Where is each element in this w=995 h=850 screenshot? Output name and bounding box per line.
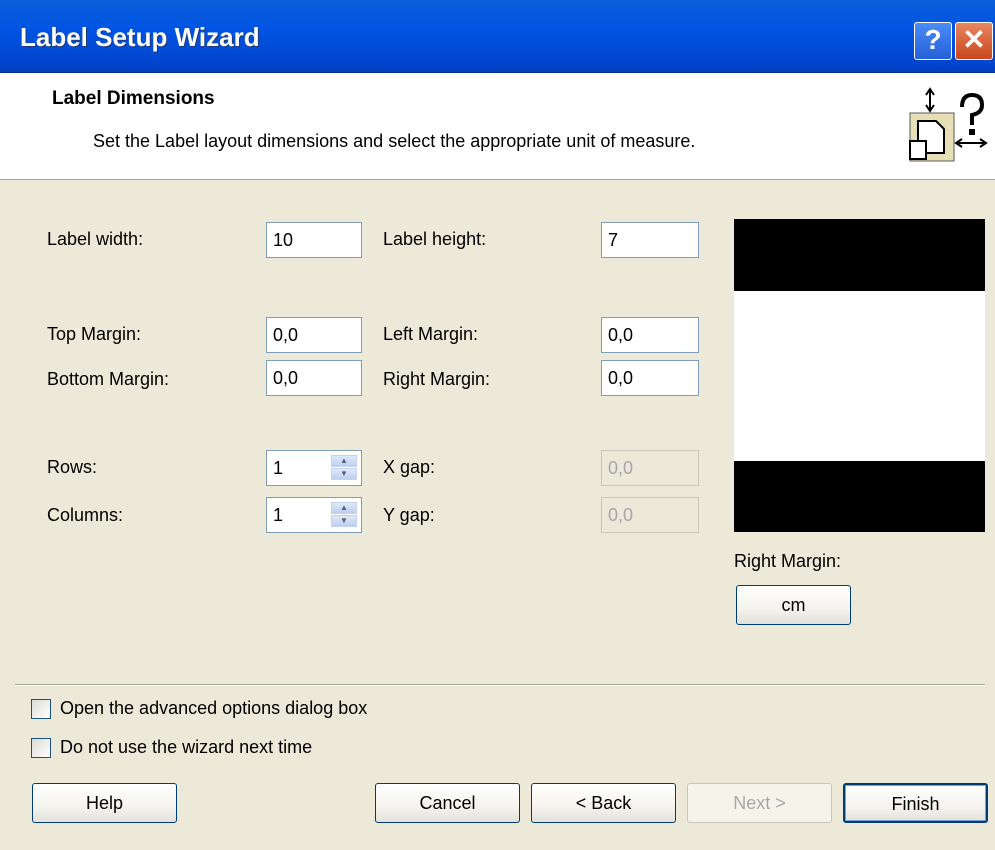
y-gap-field: 0,0 (601, 497, 699, 533)
page-title: Label Dimensions (52, 88, 215, 109)
back-button[interactable]: < Back (531, 783, 676, 823)
rows-down-icon[interactable]: ▼ (331, 468, 357, 480)
columns-down-icon[interactable]: ▼ (331, 515, 357, 527)
close-title-button[interactable]: ✕ (955, 22, 993, 60)
right-margin-label: Right Margin: (383, 369, 491, 389)
advanced-options-checkbox[interactable] (31, 699, 51, 719)
left-margin-field[interactable]: 0,0 (601, 317, 699, 353)
next-button: Next > (687, 783, 832, 823)
unit-button[interactable]: cm (736, 585, 851, 625)
bottom-margin-field[interactable]: 0,0 (266, 360, 362, 396)
right-margin-field[interactable]: 0,0 (601, 360, 699, 396)
page-subtitle: Set the Label layout dimensions and sele… (93, 131, 696, 151)
help-button[interactable]: Help (32, 783, 177, 823)
label-preview-area (734, 291, 985, 461)
label-width-field[interactable]: 10 (266, 222, 362, 258)
help-title-button[interactable]: ? (914, 22, 952, 60)
label-height-label: Label height: (383, 229, 487, 249)
window-title: Label Setup Wizard (20, 22, 260, 52)
preview-caption: Right Margin: (734, 551, 842, 571)
rows-spin-buttons[interactable]: ▲ ▼ (331, 455, 357, 481)
columns-spin-buttons[interactable]: ▲ ▼ (331, 502, 357, 528)
top-margin-label: Top Margin: (47, 324, 142, 344)
columns-label: Columns: (47, 505, 124, 525)
title-bar: Label Setup Wizard ? ✕ (0, 0, 995, 73)
label-width-label: Label width: (47, 229, 144, 249)
finish-button[interactable]: Finish (843, 783, 988, 823)
rows-label: Rows: (47, 457, 98, 477)
x-gap-label: X gap: (383, 457, 436, 477)
no-wizard-label[interactable]: Do not use the wizard next time (60, 737, 312, 758)
advanced-options-label[interactable]: Open the advanced options dialog box (60, 698, 367, 719)
no-wizard-checkbox[interactable] (31, 738, 51, 758)
y-gap-label: Y gap: (383, 505, 435, 525)
label-preview (734, 219, 985, 532)
rows-stepper[interactable]: 1 ▲ ▼ (266, 450, 362, 486)
label-height-field[interactable]: 7 (601, 222, 699, 258)
rows-up-icon[interactable]: ▲ (331, 455, 357, 467)
top-margin-field[interactable]: 0,0 (266, 317, 362, 353)
left-margin-label: Left Margin: (383, 324, 479, 344)
separator (15, 684, 985, 686)
bottom-margin-label: Bottom Margin: (47, 369, 170, 389)
columns-stepper[interactable]: 1 ▲ ▼ (266, 497, 362, 533)
cancel-button[interactable]: Cancel (375, 783, 520, 823)
label-dimensions-icon (909, 87, 988, 162)
columns-up-icon[interactable]: ▲ (331, 502, 357, 514)
x-gap-field: 0,0 (601, 450, 699, 486)
